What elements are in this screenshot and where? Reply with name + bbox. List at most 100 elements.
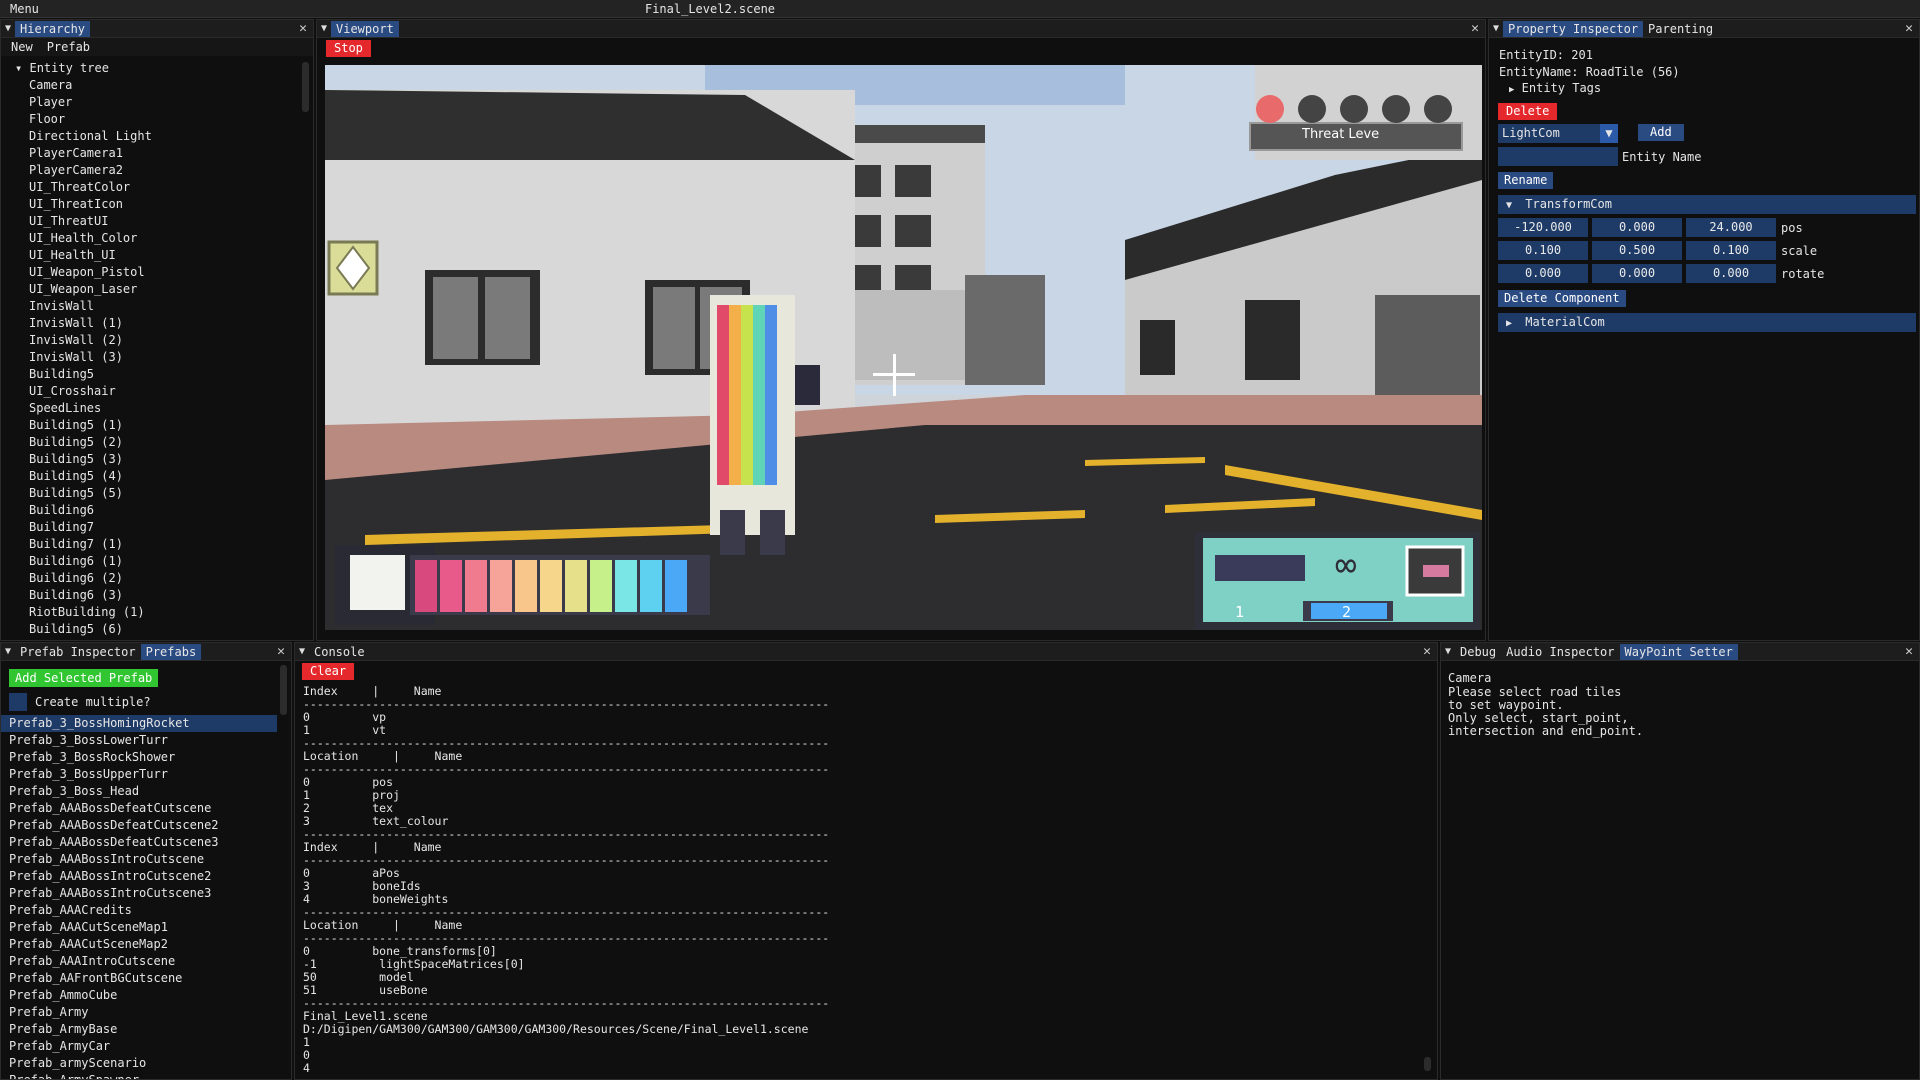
tree-item[interactable]: Building5 (3) [1, 451, 313, 468]
tree-item[interactable]: InvisWall (2) [1, 332, 313, 349]
prefab-list-item[interactable]: Prefab_AAABossIntroCutscene3 [1, 885, 277, 902]
chevron-down-icon[interactable]: ▼ [1600, 124, 1618, 143]
prefab-list-item[interactable]: Prefab_3_BossLowerTurr [1, 732, 277, 749]
scale-x-field[interactable]: 0.100 [1498, 241, 1588, 260]
tab-hierarchy[interactable]: Hierarchy [15, 20, 91, 37]
rotate-x-field[interactable]: 0.000 [1498, 264, 1588, 283]
add-selected-prefab-button[interactable]: Add Selected Prefab [9, 669, 159, 687]
prefab-list-item[interactable]: Prefab_ArmyCar [1, 1038, 277, 1055]
tree-item[interactable]: PlayerCamera1 [1, 145, 313, 162]
tree-item[interactable]: Building5 (2) [1, 434, 313, 451]
transform-component-header[interactable]: ▼ TransformCom [1498, 195, 1916, 214]
prefab-list-item[interactable]: Prefab_3_BossRockShower [1, 749, 277, 766]
tree-item[interactable]: UI_Health_UI [1, 247, 313, 264]
new-button[interactable]: New [11, 40, 33, 54]
close-icon[interactable]: ✕ [277, 644, 285, 659]
rename-button[interactable]: Rename [1498, 172, 1554, 189]
tree-item[interactable]: Building6 (3) [1, 587, 313, 604]
prefab-list-item[interactable]: Prefab_3_Boss_Head [1, 783, 277, 800]
tree-root[interactable]: ▾ Entity tree [1, 60, 313, 77]
collapse-arrow-icon[interactable]: ▼ [295, 646, 309, 657]
prefab-list-item[interactable]: Prefab_AAABossIntroCutscene2 [1, 868, 277, 885]
tab-parenting[interactable]: Parenting [1643, 21, 1718, 37]
tree-item[interactable]: Floor [1, 111, 313, 128]
delete-entity-button[interactable]: Delete [1498, 103, 1558, 120]
tree-item[interactable]: UI_Crosshair [1, 383, 313, 400]
prefab-scrollbar[interactable] [280, 665, 287, 715]
tree-item[interactable]: RiotBuilding (1) [1, 604, 313, 621]
clear-button[interactable]: Clear [302, 663, 355, 680]
tab-debug[interactable]: Debug [1455, 644, 1501, 660]
close-icon[interactable]: ✕ [1905, 644, 1913, 659]
prefab-button[interactable]: Prefab [47, 40, 90, 54]
close-icon[interactable]: ✕ [1471, 21, 1479, 36]
tree-item[interactable]: InvisWall (3) [1, 349, 313, 366]
collapse-arrow-icon[interactable]: ▼ [1, 23, 15, 34]
tree-item[interactable]: Building5 [1, 366, 313, 383]
close-icon[interactable]: ✕ [299, 21, 307, 36]
tree-item[interactable]: Building7 [1, 519, 313, 536]
material-component-header[interactable]: ▶ MaterialCom [1498, 313, 1916, 332]
scale-y-field[interactable]: 0.500 [1592, 241, 1682, 260]
tree-item[interactable]: UI_ThreatColor [1, 179, 313, 196]
prefab-list-item[interactable]: Prefab_AAFrontBGCutscene [1, 970, 277, 987]
tree-item[interactable]: Building5 (6) [1, 621, 313, 638]
close-icon[interactable]: ✕ [1905, 21, 1913, 36]
expand-arrow-icon[interactable]: ▼ [1506, 200, 1512, 211]
tree-item[interactable]: Building5 (5) [1, 485, 313, 502]
prefab-list-item[interactable]: Prefab_3_BossUpperTurr [1, 766, 277, 783]
prefab-list-item[interactable]: Prefab_AAABossDefeatCutscene [1, 800, 277, 817]
delete-component-button[interactable]: Delete Component [1498, 290, 1626, 307]
prefab-list-item[interactable]: Prefab_ArmyBase [1, 1021, 277, 1038]
expand-arrow-icon[interactable]: ▶ [1506, 318, 1512, 329]
tab-audio-inspector[interactable]: Audio Inspector [1501, 644, 1619, 660]
prefab-list-item[interactable]: Prefab_AAACutSceneMap2 [1, 936, 277, 953]
prefab-list-item[interactable]: Prefab_AAABossIntroCutscene [1, 851, 277, 868]
rotate-z-field[interactable]: 0.000 [1686, 264, 1776, 283]
pos-z-field[interactable]: 24.000 [1686, 218, 1776, 237]
expand-arrow-icon[interactable]: ▶ [1509, 85, 1514, 95]
tab-console[interactable]: Console [309, 644, 370, 660]
rotate-y-field[interactable]: 0.000 [1592, 264, 1682, 283]
tree-item[interactable]: Player [1, 94, 313, 111]
tree-item[interactable]: InvisWall [1, 298, 313, 315]
collapse-arrow-icon[interactable]: ▼ [1489, 23, 1503, 34]
tree-item[interactable]: UI_Weapon_Laser [1, 281, 313, 298]
tree-item[interactable]: UI_Weapon_Pistol [1, 264, 313, 281]
collapse-arrow-icon[interactable]: ▼ [317, 23, 331, 34]
tab-property-inspector[interactable]: Property Inspector [1503, 20, 1644, 37]
tree-item[interactable]: Building5 (1) [1, 417, 313, 434]
component-dropdown[interactable]: LightCom ▼ [1498, 124, 1618, 143]
stop-button[interactable]: Stop [326, 40, 371, 57]
tree-item[interactable]: Building6 [1, 502, 313, 519]
scale-z-field[interactable]: 0.100 [1686, 241, 1776, 260]
add-component-button[interactable]: Add [1638, 124, 1684, 141]
tree-item[interactable]: UI_ThreatUI [1, 213, 313, 230]
pos-y-field[interactable]: 0.000 [1592, 218, 1682, 237]
prefab-list-item[interactable]: Prefab_AAACutSceneMap1 [1, 919, 277, 936]
pos-x-field[interactable]: -120.000 [1498, 218, 1588, 237]
prefab-list-item[interactable]: Prefab_AmmoCube [1, 987, 277, 1004]
game-viewport[interactable]: Threat Leve 1 2 ∞ [325, 65, 1482, 630]
prefab-list-item[interactable]: Prefab_ArmySpawner [1, 1072, 277, 1079]
create-multiple-checkbox[interactable] [9, 693, 27, 711]
tree-item[interactable]: Camera [1, 77, 313, 94]
close-icon[interactable]: ✕ [1423, 644, 1431, 659]
tab-waypoint-setter[interactable]: WayPoint Setter [1619, 643, 1738, 660]
prefab-list-item[interactable]: Prefab_AAACredits [1, 902, 277, 919]
entity-tags-toggle[interactable]: ▶ Entity Tags [1509, 81, 1601, 95]
tree-item[interactable]: PlayerCamera2 [1, 162, 313, 179]
tree-item[interactable]: Building5 (4) [1, 468, 313, 485]
tree-item[interactable]: UI_ThreatIcon [1, 196, 313, 213]
tree-item[interactable]: SpeedLines [1, 400, 313, 417]
prefab-list-item[interactable]: Prefab_armyScenario [1, 1055, 277, 1072]
prefab-list-item[interactable]: Prefab_AAABossDefeatCutscene2 [1, 817, 277, 834]
prefab-list-item[interactable]: Prefab_AAABossDefeatCutscene3 [1, 834, 277, 851]
tree-item[interactable]: InvisWall (1) [1, 315, 313, 332]
console-scrollbar[interactable] [1424, 1057, 1431, 1071]
tree-item[interactable]: UI_Health_Color [1, 230, 313, 247]
tree-item[interactable]: Building7 (1) [1, 536, 313, 553]
hierarchy-scrollbar[interactable] [302, 62, 309, 112]
tree-item[interactable]: Building6 (2) [1, 570, 313, 587]
tree-item[interactable]: Building6 (1) [1, 553, 313, 570]
